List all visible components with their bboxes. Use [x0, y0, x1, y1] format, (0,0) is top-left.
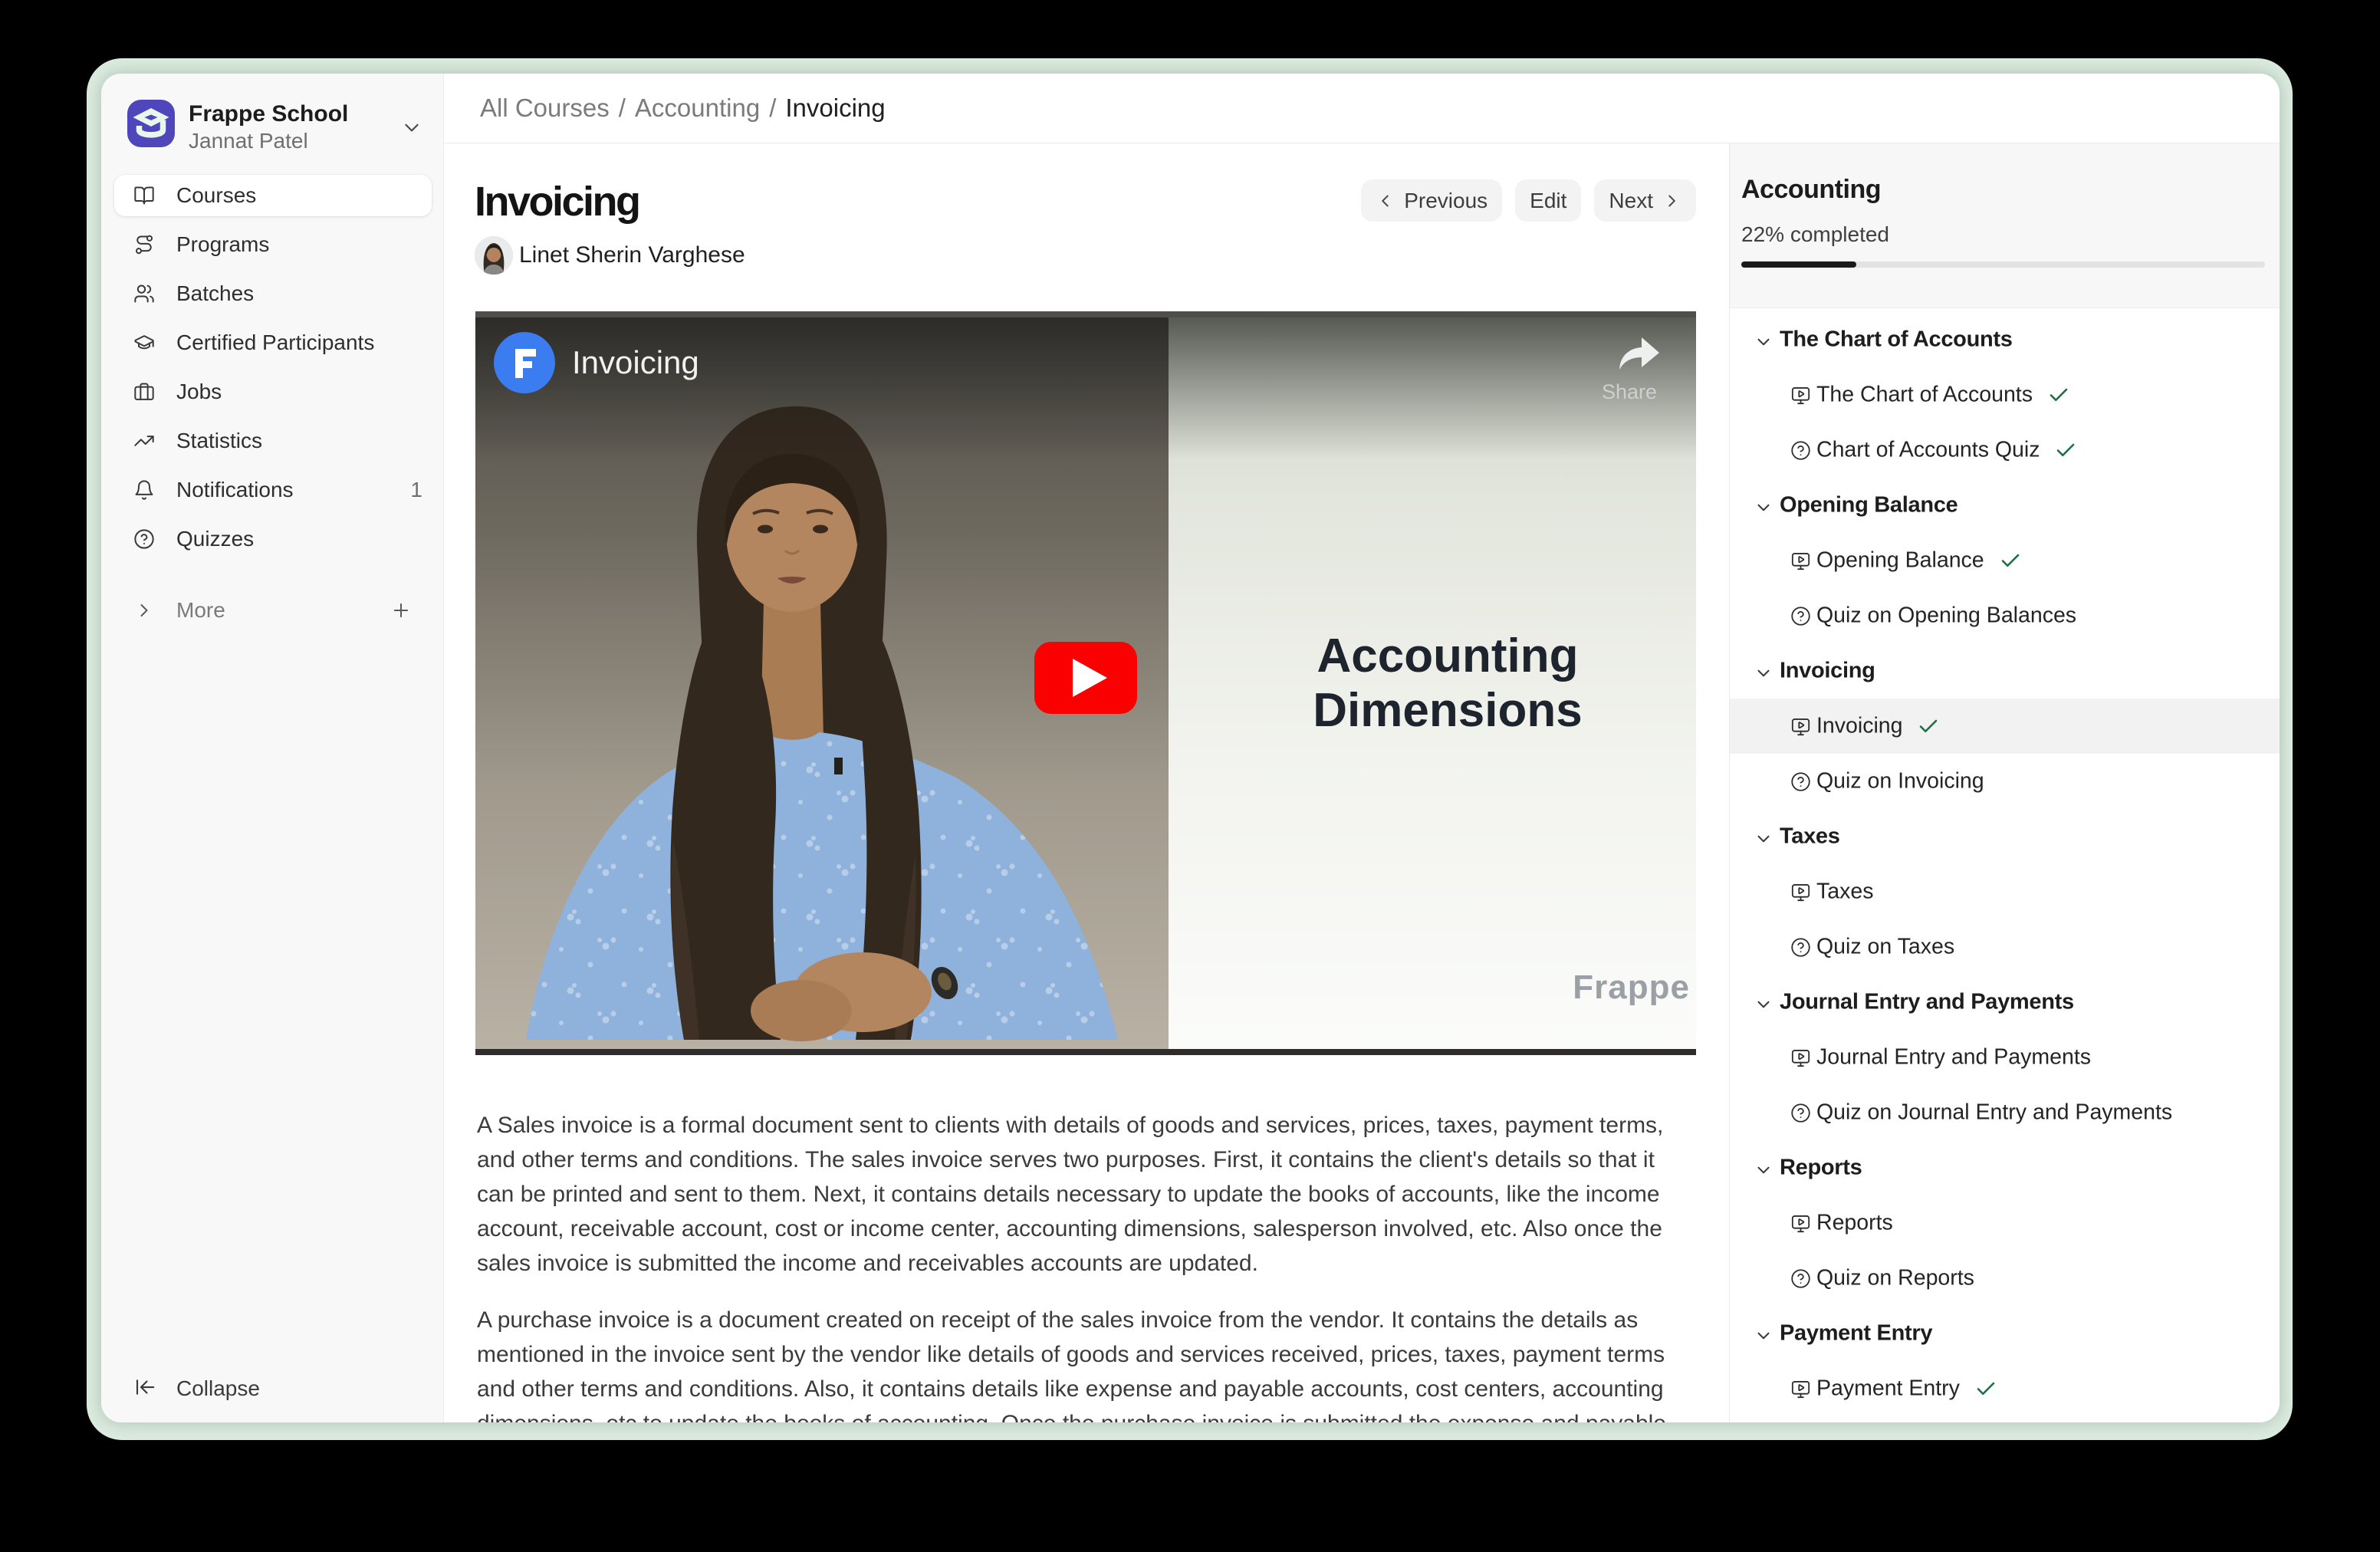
svg-text:Invoicing: Invoicing — [572, 344, 699, 380]
svg-text:Share: Share — [1602, 380, 1657, 403]
svg-text:Accounting: Accounting — [1317, 630, 1579, 682]
svg-text:Dimensions: Dimensions — [1313, 684, 1582, 737]
svg-text:Frappe: Frappe — [1573, 968, 1690, 1006]
